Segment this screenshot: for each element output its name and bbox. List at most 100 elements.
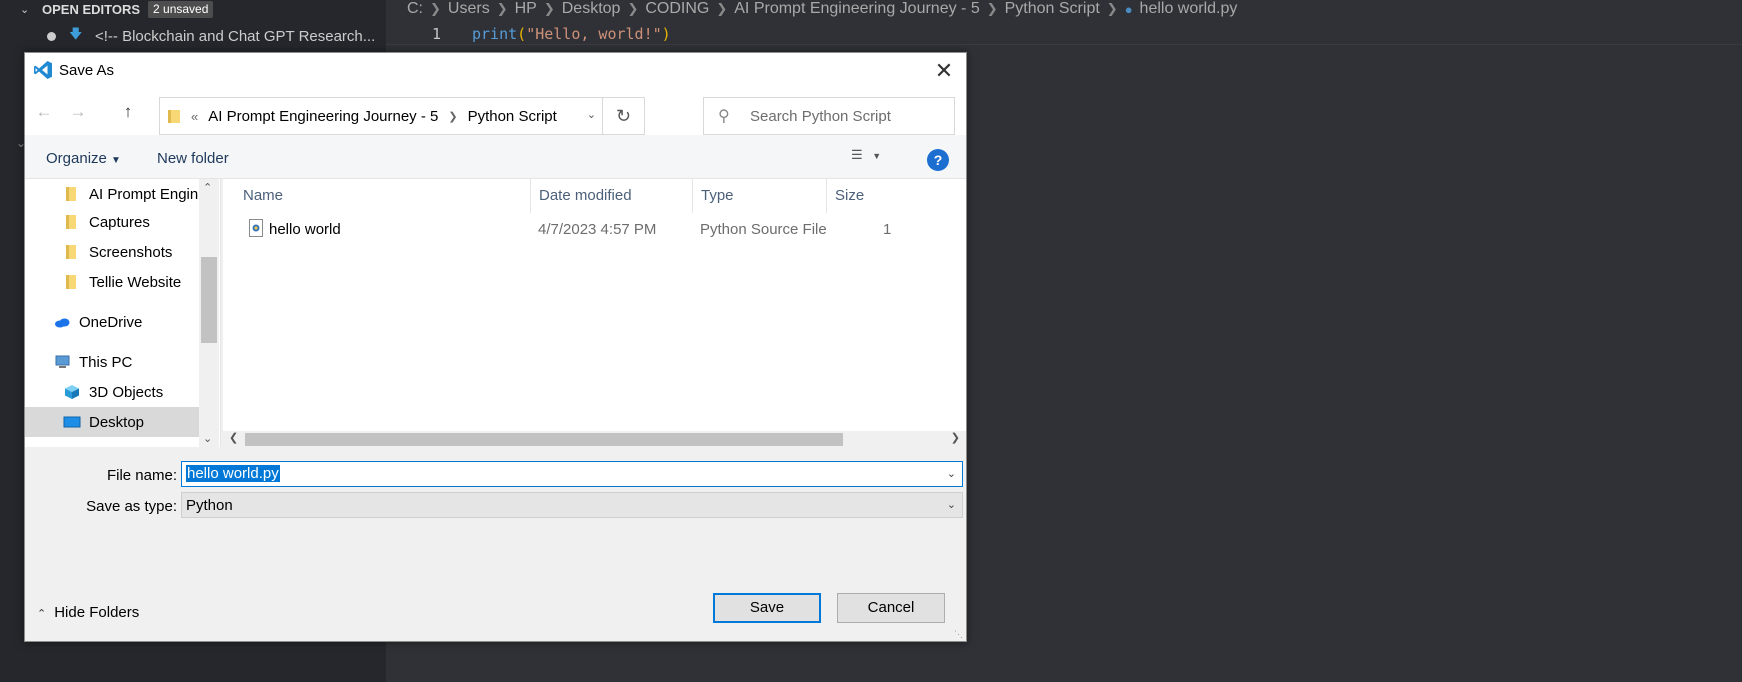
navigation-row: ← → ↑ « AI Prompt Engineering Journey - …: [25, 89, 966, 135]
breadcrumb-item[interactable]: CODING: [645, 0, 709, 18]
file-list: ⌃ Name Date modified Type Size hello wor…: [223, 179, 966, 447]
navigation-pane: AI Prompt Engin Captures Screenshots Tel…: [25, 179, 221, 447]
address-overflow[interactable]: «: [191, 109, 198, 124]
chevron-right-icon: ❯: [543, 1, 555, 16]
chevron-down-icon[interactable]: ⌄: [587, 108, 596, 121]
tree-item-screenshots[interactable]: Screenshots: [25, 237, 199, 267]
scroll-up-icon[interactable]: ⌃: [203, 181, 212, 194]
chevron-down-icon[interactable]: ⌄: [947, 467, 956, 480]
file-date-cell: 4/7/2023 4:57 PM: [538, 221, 657, 238]
file-name-cell: hello world: [269, 221, 341, 238]
hide-folders-button[interactable]: ⌃ Hide Folders: [37, 604, 139, 621]
python-file-icon: [249, 219, 263, 241]
python-file-icon: ●: [1124, 1, 1133, 17]
breadcrumb-item[interactable]: AI Prompt Engineering Journey - 5: [734, 0, 979, 18]
tree-item-ai-prompt[interactable]: AI Prompt Engin: [25, 179, 199, 209]
address-segment[interactable]: AI Prompt Engineering Journey - 5: [208, 108, 438, 125]
dialog-title: Save As: [59, 62, 115, 79]
search-placeholder: Search Python Script: [750, 107, 891, 125]
column-header-size[interactable]: Size: [827, 179, 966, 213]
vscode-logo-icon: [34, 61, 52, 79]
search-input[interactable]: ⚲ Search Python Script: [703, 97, 955, 135]
tree-item-captures[interactable]: Captures: [25, 207, 199, 237]
chevron-right-icon: ❯: [496, 1, 508, 16]
tree-item-3d-objects[interactable]: 3D Objects: [25, 377, 199, 407]
save-button[interactable]: Save: [713, 593, 821, 623]
code-line[interactable]: print("Hello, world!"): [472, 23, 671, 45]
column-header-name[interactable]: Name: [235, 179, 531, 213]
onedrive-icon: [55, 318, 70, 328]
scroll-right-icon[interactable]: ❯: [951, 431, 960, 444]
resize-grip-icon[interactable]: ⋱: [954, 629, 964, 639]
file-size-cell: 1: [883, 221, 892, 238]
column-header-date[interactable]: Date modified: [531, 179, 693, 213]
folder-icon: [66, 215, 76, 229]
tree-item-label: Screenshots: [89, 243, 173, 261]
new-folder-button[interactable]: New folder: [157, 150, 229, 167]
forward-arrow-icon[interactable]: →: [67, 101, 89, 123]
chevron-right-icon: ❯: [986, 1, 998, 16]
tree-item-label: This PC: [79, 353, 133, 371]
breadcrumb-item[interactable]: hello world.py: [1140, 0, 1238, 18]
save-as-type-select[interactable]: Python ⌄: [181, 492, 963, 518]
file-name-input[interactable]: hello world.py ⌄: [181, 461, 963, 487]
address-bar[interactable]: « AI Prompt Engineering Journey - 5 ❯ Py…: [159, 97, 645, 135]
desktop-icon: [63, 416, 81, 428]
open-editor-item[interactable]: 🡇 <!-- Blockchain and Chat GPT Research.…: [0, 25, 386, 47]
close-icon[interactable]: ✕: [930, 57, 958, 85]
scroll-left-icon[interactable]: ❮: [229, 431, 238, 444]
view-options-button[interactable]: ☰ ▼: [851, 147, 891, 169]
breadcrumb: C: ❯ Users ❯ HP ❯ Desktop ❯ CODING ❯ AI Promp…: [407, 0, 1237, 18]
breadcrumb-item[interactable]: Desktop: [562, 0, 621, 18]
3d-objects-icon: [65, 385, 79, 399]
scrollbar-thumb[interactable]: [201, 257, 217, 343]
organize-button[interactable]: Organize ▼: [46, 150, 121, 167]
column-header-type[interactable]: Type: [693, 179, 827, 213]
chevron-right-icon: ❯: [627, 1, 639, 16]
breadcrumb-item[interactable]: C:: [407, 0, 423, 18]
caret-down-icon: ▼: [872, 151, 882, 161]
chevron-down-icon[interactable]: ⌄: [947, 498, 956, 511]
code-function: print: [472, 25, 518, 43]
horizontal-scrollbar[interactable]: ❮ ❯: [223, 431, 966, 447]
tree-item-label: 3D Objects: [89, 383, 164, 401]
file-name-value: hello world.py: [186, 465, 280, 482]
breadcrumb-item[interactable]: HP: [515, 0, 537, 18]
tree-item-onedrive[interactable]: OneDrive: [25, 307, 199, 337]
save-as-type-label: Save as type:: [86, 498, 177, 515]
code-paren-close: ): [661, 25, 671, 43]
dialog-titlebar[interactable]: Save As ✕: [25, 53, 966, 89]
details-view-icon: ☰: [851, 147, 863, 162]
breadcrumb-item[interactable]: Python Script: [1005, 0, 1100, 18]
help-icon[interactable]: ?: [927, 149, 949, 171]
tree-item-this-pc[interactable]: This PC: [25, 347, 199, 377]
tree-item-tellie-website[interactable]: Tellie Website: [25, 267, 199, 297]
chevron-right-icon[interactable]: ❯: [448, 110, 457, 123]
organize-label: Organize: [46, 150, 107, 167]
file-type-cell: Python Source File: [700, 221, 827, 238]
folder-icon: [168, 110, 180, 123]
refresh-icon[interactable]: ↻: [602, 98, 644, 134]
unsaved-dot-icon[interactable]: [47, 31, 56, 41]
code-paren-open: (: [517, 25, 527, 43]
table-row[interactable]: hello world 4/7/2023 4:57 PM Python Sour…: [223, 216, 966, 242]
back-arrow-icon[interactable]: ←: [33, 101, 55, 123]
open-editors-title: OPEN EDITORS: [42, 1, 141, 17]
navigation-scrollbar[interactable]: ⌃ ⌄: [199, 179, 219, 447]
dialog-toolbar: Organize ▼ New folder ☰ ▼ ?: [25, 135, 966, 179]
tree-item-label: OneDrive: [79, 313, 143, 331]
chevron-right-icon: ❯: [1106, 1, 1118, 16]
scrollbar-thumb[interactable]: [245, 433, 843, 446]
line-number: 1: [432, 25, 442, 43]
open-editors-header[interactable]: ⌄ OPEN EDITORS 2 unsaved: [0, 0, 386, 18]
save-as-dialog: Save As ✕ ← → ↑ « AI Prompt Engineering …: [24, 52, 967, 642]
cancel-button[interactable]: Cancel: [837, 593, 945, 623]
open-editor-filename: <!-- Blockchain and Chat GPT Research...: [95, 27, 376, 45]
file-name-label: File name:: [106, 467, 177, 484]
address-segment[interactable]: Python Script: [468, 108, 557, 125]
scroll-down-icon[interactable]: ⌄: [203, 432, 212, 445]
tree-item-desktop[interactable]: Desktop: [25, 407, 199, 437]
up-arrow-icon[interactable]: ↑: [117, 101, 139, 123]
computer-icon: [55, 355, 70, 368]
breadcrumb-item[interactable]: Users: [448, 0, 490, 18]
